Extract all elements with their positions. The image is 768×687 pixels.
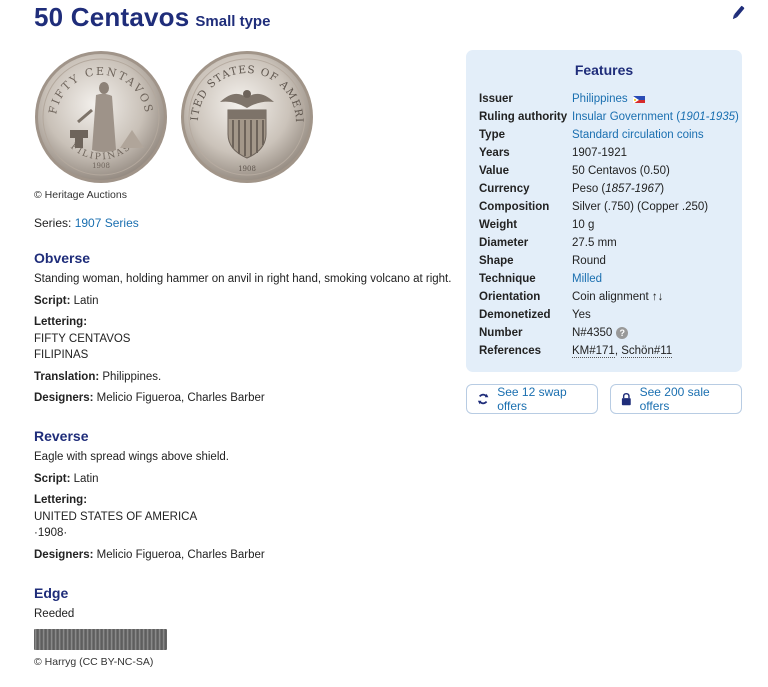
- obverse-lettering-line: FILIPINAS: [34, 349, 89, 361]
- ruling-authority-link[interactable]: Insular Government (1901-1935): [572, 111, 739, 123]
- page-header: 50 Centavos Small type: [34, 2, 270, 33]
- reverse-designers: Designers: Melicio Figueroa, Charles Bar…: [34, 548, 265, 561]
- reverse-lettering: Lettering: UNITED STATES OF AMERICA ·190…: [34, 492, 454, 542]
- reverse-description: Eagle with spread wings above shield.: [34, 451, 229, 463]
- reverse-heading: Reverse: [34, 428, 89, 444]
- obverse-script: Script: Latin: [34, 294, 99, 307]
- feature-row-orientation: Orientation Coin alignment ↑↓: [479, 291, 664, 303]
- technique-link[interactable]: Milled: [572, 273, 602, 285]
- issuer-link[interactable]: Philippines: [572, 93, 628, 105]
- features-title: Features: [574, 62, 634, 78]
- help-icon[interactable]: ?: [616, 327, 629, 339]
- features-panel: Features Issuer Philippines Ruling autho…: [466, 50, 742, 372]
- swap-icon: [477, 393, 489, 405]
- obverse-description: Standing woman, holding hammer on anvil …: [34, 273, 452, 285]
- page-subtitle: Small type: [195, 13, 271, 30]
- reverse-section: Reverse Eagle with spread wings above sh…: [34, 428, 454, 568]
- edge-image-credit: © Harryg (CC BY-NC-SA): [34, 656, 154, 668]
- reference-schon[interactable]: Schön#11: [621, 345, 673, 358]
- series-line: Series: 1907 Series: [34, 216, 139, 230]
- reverse-coin-image[interactable]: UNITED STATES OF AMERICA 1908: [180, 50, 314, 184]
- reverse-lettering-line: UNITED STATES OF AMERICA: [34, 510, 198, 523]
- edge-heading: Edge: [34, 585, 69, 601]
- feature-row-weight: Weight 10 g: [479, 219, 595, 231]
- feature-row-technique: Technique Milled: [479, 273, 603, 285]
- type-link[interactable]: Standard circulation coins: [572, 129, 704, 141]
- reverse-date-text: 1908: [238, 165, 256, 173]
- obverse-coin-image[interactable]: FIFTY CENTAVOS FILIPINAS 1908: [34, 50, 168, 184]
- reverse-script: Script: Latin: [34, 472, 99, 485]
- obverse-section: Obverse Standing woman, holding hammer o…: [34, 250, 454, 412]
- edit-pencil-icon[interactable]: [729, 4, 747, 22]
- obverse-heading: Obverse: [34, 250, 91, 266]
- swap-offers-label: See 12 swap offers: [497, 385, 567, 413]
- philippines-flag-icon: [632, 95, 645, 103]
- lock-icon: [621, 392, 631, 406]
- reverse-lettering-line: ·1908·: [34, 527, 68, 539]
- edge-image[interactable]: [34, 629, 167, 650]
- image-credit: © Heritage Auctions: [34, 189, 127, 201]
- feature-row-demonetized: Demonetized Yes: [479, 309, 591, 321]
- feature-row-type: Type Standard circulation coins: [479, 129, 704, 141]
- obverse-date-text: 1908: [92, 162, 110, 170]
- edge-description: Reeded: [34, 608, 75, 620]
- feature-row-number: Number N#4350?: [479, 324, 729, 342]
- series-label: Series:: [34, 216, 72, 230]
- feature-row-diameter: Diameter 27.5 mm: [479, 237, 617, 249]
- reference-km[interactable]: KM#171: [572, 345, 615, 358]
- coin-images: FIFTY CENTAVOS FILIPINAS 1908 UNITED STA…: [34, 50, 314, 184]
- feature-row-composition: Composition Silver (.750) (Copper .250): [479, 201, 709, 213]
- feature-row-currency: Currency Peso (1857-1967): [479, 183, 665, 195]
- feature-row-issuer: Issuer Philippines: [479, 90, 729, 108]
- feature-row-references: References KM#171, Schön#11: [479, 345, 673, 358]
- feature-row-ruling-authority: Ruling authority Insular Government (190…: [479, 111, 739, 123]
- obverse-lettering-line: FIFTY CENTAVOS: [34, 332, 131, 345]
- sale-offers-label: See 200 sale offers: [639, 385, 710, 413]
- edge-section: Edge Reeded: [34, 585, 454, 628]
- sale-offers-button[interactable]: See 200 sale offers: [610, 384, 742, 414]
- swap-offers-button[interactable]: See 12 swap offers: [466, 384, 598, 414]
- page-title: 50 Centavos: [34, 2, 190, 32]
- obverse-translation: Translation: Philippines.: [34, 370, 162, 383]
- feature-row-value: Value 50 Centavos (0.50): [479, 165, 670, 177]
- feature-row-shape: Shape Round: [479, 255, 606, 267]
- feature-row-years: Years 1907-1921: [479, 147, 627, 159]
- series-link[interactable]: 1907 Series: [75, 216, 139, 230]
- obverse-designers: Designers: Melicio Figueroa, Charles Bar…: [34, 392, 265, 404]
- obverse-lettering: Lettering: FIFTY CENTAVOS FILIPINAS: [34, 314, 454, 364]
